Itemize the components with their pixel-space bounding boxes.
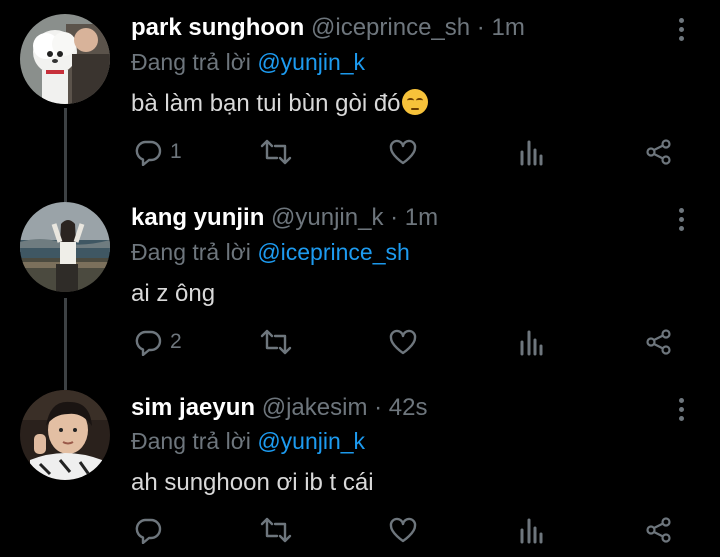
action-bar — [131, 516, 691, 550]
retweet-icon — [260, 517, 292, 543]
reply-prefix: Đang trả lời — [131, 428, 251, 454]
user-handle[interactable]: @jakesim — [262, 394, 368, 421]
more-vertical-icon[interactable] — [678, 18, 686, 45]
reply-to-mention[interactable]: @yunjin_k — [257, 428, 365, 454]
user-handle[interactable]: @yunjin_k — [271, 204, 383, 231]
action-bar: 2 — [131, 328, 691, 362]
tweet-text: ah sunghoon ơi ib t cái — [131, 469, 374, 496]
tweet-text: bà làm bạn tui bùn gòi đó — [131, 90, 401, 117]
more-vertical-icon[interactable] — [678, 208, 686, 235]
separator-dot: · — [476, 14, 485, 41]
like-button[interactable] — [388, 328, 426, 356]
stats-button[interactable] — [519, 328, 545, 356]
reply-button[interactable]: 1 — [134, 138, 182, 166]
separator-dot: · — [390, 204, 399, 231]
share-icon — [646, 329, 671, 355]
share-icon — [646, 139, 671, 165]
timestamp[interactable]: 42s — [389, 394, 428, 421]
reply-count: 2 — [170, 330, 182, 353]
stats-icon — [520, 140, 543, 166]
like-button[interactable] — [388, 516, 426, 544]
reply-button[interactable]: 2 — [134, 328, 182, 356]
reply-icon — [135, 518, 162, 544]
reply-icon — [135, 140, 162, 166]
like-button[interactable] — [388, 138, 426, 166]
user-handle[interactable]: @iceprince_sh — [311, 14, 470, 41]
heart-icon — [389, 517, 417, 543]
separator-dot: · — [374, 394, 383, 421]
reply-icon — [135, 330, 162, 356]
tweet-park-sunghoon[interactable]: park sunghoon @iceprince_sh · 1m Đang tr… — [0, 0, 720, 190]
share-button[interactable] — [645, 328, 673, 356]
retweet-button[interactable] — [259, 138, 301, 166]
share-icon — [646, 517, 671, 543]
reply-to-mention[interactable]: @iceprince_sh — [257, 239, 409, 265]
stats-icon — [520, 518, 543, 544]
display-name[interactable]: kang yunjin — [131, 204, 264, 231]
share-button[interactable] — [645, 138, 673, 166]
stats-button[interactable] — [519, 138, 545, 166]
tweet-text: ai z ông — [131, 280, 216, 307]
stats-button[interactable] — [519, 516, 545, 544]
reply-prefix: Đang trả lời — [131, 49, 251, 75]
heart-icon — [389, 139, 417, 165]
avatar[interactable] — [20, 14, 110, 104]
retweet-icon — [260, 329, 292, 355]
reply-button[interactable] — [134, 516, 170, 544]
reply-to-mention[interactable]: @yunjin_k — [257, 49, 365, 75]
display-name[interactable]: sim jaeyun — [131, 394, 255, 421]
reply-count: 1 — [170, 140, 182, 163]
timestamp[interactable]: 1m — [491, 14, 524, 41]
heart-icon — [389, 329, 417, 355]
share-button[interactable] — [645, 516, 673, 544]
retweet-button[interactable] — [259, 516, 301, 544]
action-bar: 1 — [131, 138, 691, 172]
avatar[interactable] — [20, 390, 110, 480]
more-vertical-icon[interactable] — [678, 398, 686, 425]
retweet-button[interactable] — [259, 328, 301, 356]
display-name[interactable]: park sunghoon — [131, 14, 304, 41]
retweet-icon — [260, 139, 292, 165]
stats-icon — [520, 330, 543, 356]
avatar[interactable] — [20, 202, 110, 292]
tweet-sim-jaeyun[interactable]: sim jaeyun @jakesim · 42s Đang trả lời @… — [0, 380, 720, 557]
reply-prefix: Đang trả lời — [131, 239, 251, 265]
timestamp[interactable]: 1m — [405, 204, 438, 231]
pensive-face-emoji — [401, 89, 428, 115]
tweet-kang-yunjin[interactable]: kang yunjin @yunjin_k · 1m Đang trả lời … — [0, 190, 720, 380]
